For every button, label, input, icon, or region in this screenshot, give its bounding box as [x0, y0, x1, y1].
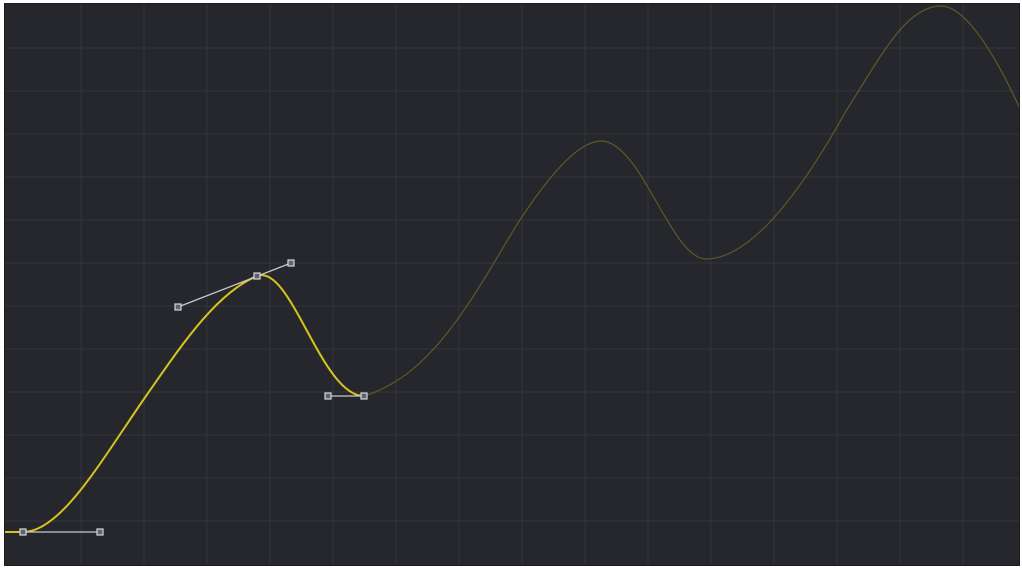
spline-curve-active-segment[interactable] — [5, 274, 365, 533]
tangent-handle-point[interactable] — [174, 303, 182, 311]
tangent-handle-point[interactable] — [96, 528, 104, 536]
spline-editor[interactable] — [4, 3, 1020, 566]
spline-graph[interactable] — [5, 4, 1020, 566]
grid — [5, 4, 1019, 565]
spline-curve-inactive-segment[interactable] — [363, 5, 1020, 397]
tangent-handle-point[interactable] — [287, 259, 295, 267]
keyframe-point[interactable] — [19, 528, 27, 536]
tangent-handle-line — [177, 262, 292, 308]
handles — [23, 262, 364, 533]
tangent-handle-point[interactable] — [324, 392, 332, 400]
keyframe-point[interactable] — [253, 272, 261, 280]
keyframe-point[interactable] — [360, 392, 368, 400]
